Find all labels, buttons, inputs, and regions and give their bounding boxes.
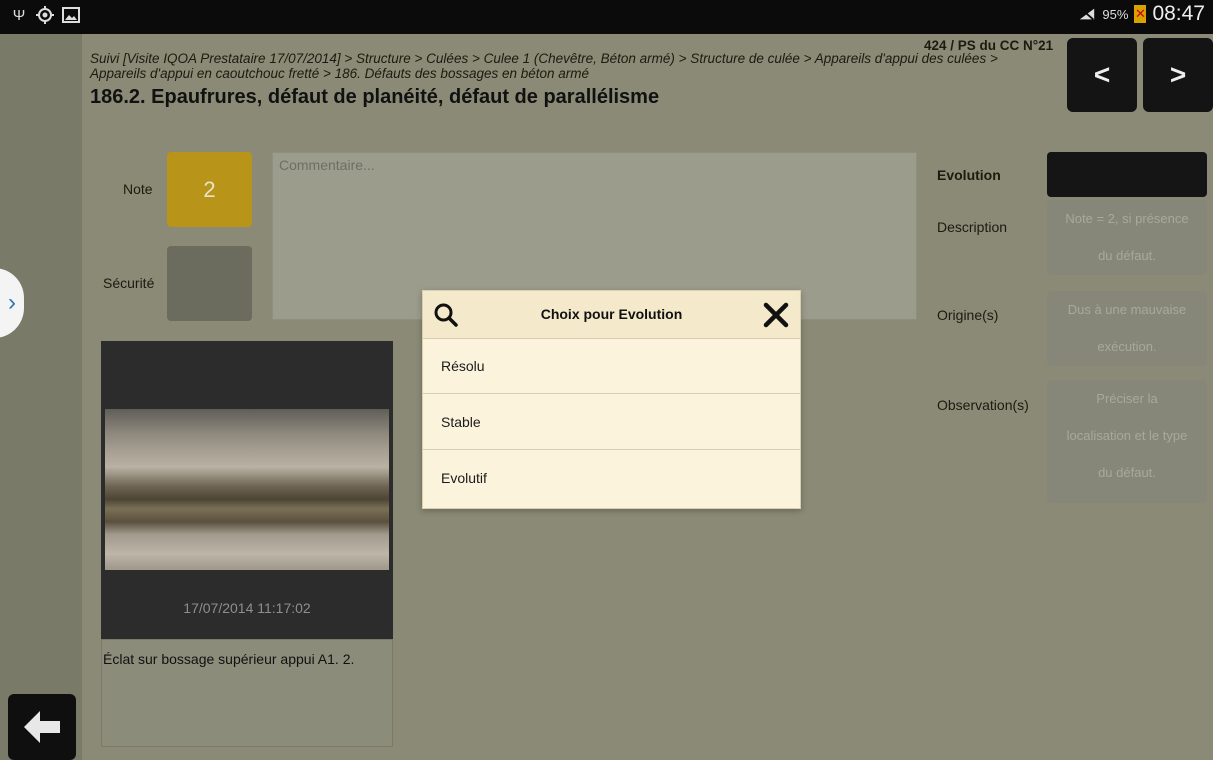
battery-percent: 95% (1102, 6, 1129, 22)
dialog-header: Choix pour Evolution (423, 291, 800, 339)
previous-button[interactable]: < (1067, 38, 1137, 112)
usb-icon: Ψ (12, 6, 26, 24)
page-title: 186.2. Epaufrures, défaut de planéité, d… (90, 86, 660, 108)
signal-icon (1078, 5, 1096, 23)
securite-selector[interactable] (167, 246, 252, 321)
observations-line: localisation et le type (1066, 428, 1188, 443)
origines-value: Dus à une mauvaise exécution. (1047, 291, 1207, 366)
defect-photo[interactable] (105, 409, 389, 570)
dialog-title: Choix pour Evolution (540, 306, 683, 322)
note-label: Note (123, 181, 153, 197)
back-button[interactable] (8, 694, 76, 760)
description-line: du défaut. (1098, 248, 1156, 263)
observations-line: du défaut. (1098, 465, 1156, 480)
clock: 08:47 (1152, 2, 1205, 25)
next-button[interactable]: > (1143, 38, 1213, 112)
arrow-left-icon (24, 711, 60, 743)
origines-label: Origine(s) (937, 307, 999, 323)
battery-icon: ✕ (1134, 5, 1147, 23)
option-stable[interactable]: Stable (423, 394, 800, 450)
observations-value: Préciser la localisation et le type du d… (1047, 380, 1207, 503)
description-label: Description (937, 219, 1008, 235)
description-line: Note = 2, si présence (1065, 211, 1189, 226)
status-right: 95% ✕ 08:47 (1078, 2, 1205, 26)
description-value: Note = 2, si présence du défaut. (1047, 200, 1207, 275)
chevron-right-icon: › (8, 289, 16, 316)
option-resolu[interactable]: Résolu (423, 338, 800, 394)
origines-line: Dus à une mauvaise (1067, 302, 1187, 317)
left-rail (0, 34, 82, 760)
evolution-label: Evolution (937, 167, 1001, 183)
evolution-choice-dialog: Choix pour Evolution Résolu Stable Evolu… (422, 290, 801, 509)
image-icon (62, 6, 80, 24)
reference-label: 424 / PS du CC N°21 (924, 38, 1054, 53)
photo-card[interactable]: 17/07/2014 11:17:02 (101, 341, 393, 639)
status-left-icons: Ψ (10, 6, 80, 24)
origines-line: exécution. (1097, 339, 1157, 354)
option-evolutif[interactable]: Evolutif (423, 450, 800, 506)
photo-caption: Éclat sur bossage supérieur appui A1. 2. (103, 651, 355, 667)
securite-label: Sécurité (103, 275, 155, 291)
evolution-selector[interactable] (1047, 152, 1207, 197)
observations-line: Préciser la (1096, 391, 1158, 406)
breadcrumb: Suivi [Visite IQOA Prestataire 17/07/201… (90, 51, 998, 81)
note-selector[interactable]: 2 (167, 152, 252, 227)
status-bar: Ψ 95% ✕ 08:47 (0, 0, 1213, 34)
observations-label: Observation(s) (937, 397, 1029, 413)
gps-icon (36, 6, 54, 24)
photo-date: 17/07/2014 11:17:02 (183, 600, 311, 616)
close-icon[interactable] (763, 302, 789, 328)
